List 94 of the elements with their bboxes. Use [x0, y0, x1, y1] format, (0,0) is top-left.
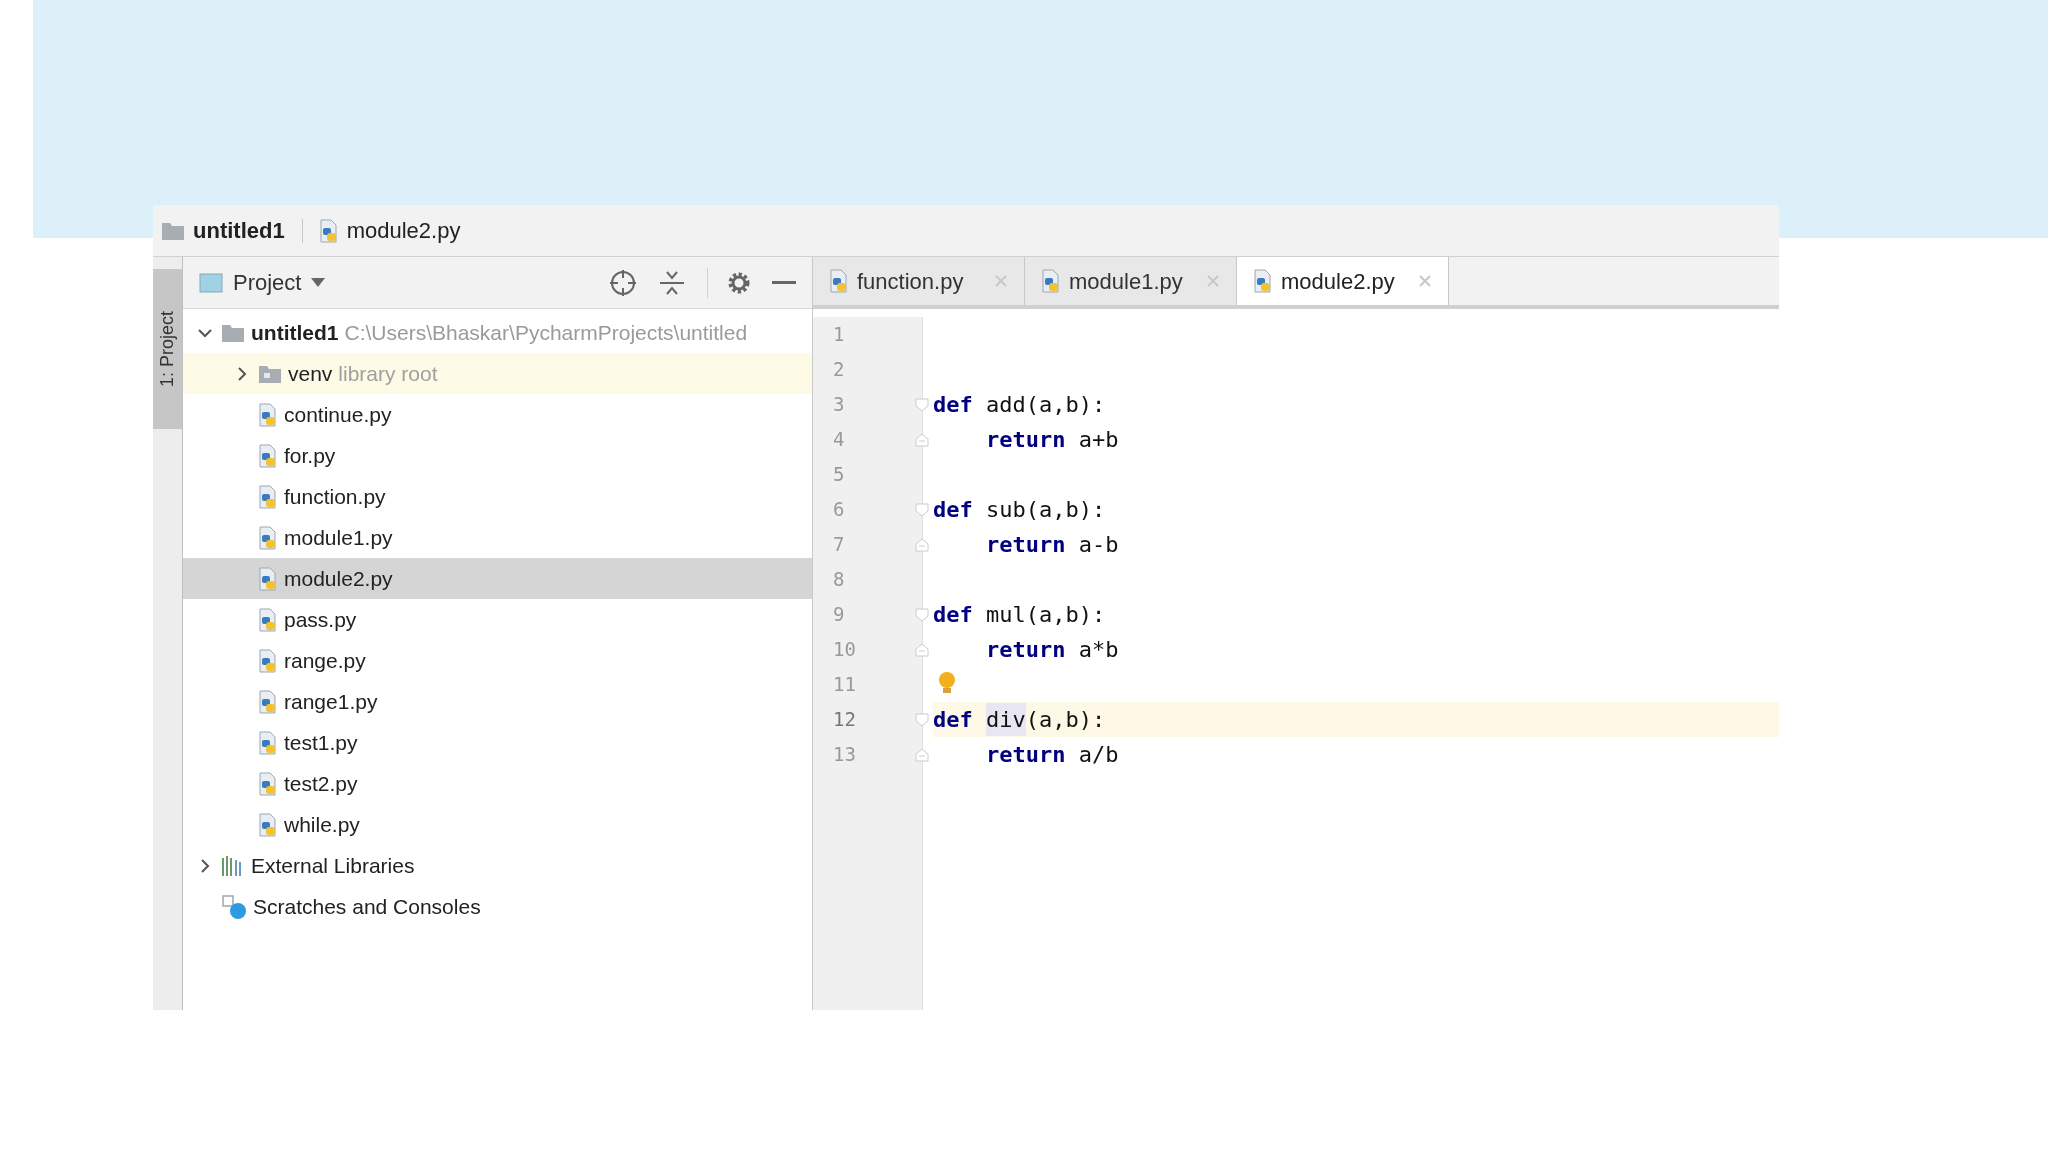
python-file-icon [258, 812, 278, 837]
editor-tab[interactable]: module1.py [1025, 257, 1237, 305]
python-file-icon [258, 607, 278, 632]
code-line: return a+b [985, 426, 1120, 454]
tree-item-label: range1.py [284, 688, 378, 715]
python-file-icon [258, 771, 278, 796]
tree-item-label: Scratches and Consoles [253, 893, 481, 920]
python-file-icon [829, 269, 849, 293]
close-icon[interactable] [1206, 274, 1220, 288]
python-file-icon [258, 648, 278, 673]
python-file-icon [258, 402, 278, 427]
line-number: 1 [833, 322, 846, 348]
tree-item-label: venv [288, 360, 333, 387]
fold-end-icon[interactable] [915, 537, 929, 552]
scratches-icon [221, 893, 247, 920]
tree-item-label: External Libraries [251, 852, 415, 879]
code-line: return a*b [985, 636, 1120, 664]
line-number: 13 [833, 742, 857, 768]
line-number: 9 [833, 602, 846, 628]
tree-item-label: test2.py [284, 770, 358, 797]
project-view-dropdown[interactable]: Project [199, 266, 326, 299]
fold-marker-icon[interactable] [915, 607, 929, 622]
python-file-icon [258, 566, 278, 591]
code-line: def add(a,b): [933, 391, 1107, 419]
lightbulb-icon[interactable] [938, 671, 956, 695]
python-file-icon [1253, 269, 1273, 293]
tree-item-label: range.py [284, 647, 366, 674]
python-file-icon [258, 484, 278, 509]
python-file-icon [258, 689, 278, 714]
python-file-icon [258, 443, 278, 468]
library-hint: library root [338, 360, 438, 387]
breadcrumb-item[interactable]: module2.py [318, 214, 461, 247]
tree-item-label: untitled1 [251, 319, 339, 346]
tree-item-label: function.py [284, 483, 386, 510]
code-line: return a/b [985, 741, 1120, 769]
line-number: 7 [833, 532, 846, 558]
line-number: 3 [833, 392, 846, 418]
fold-end-icon[interactable] [915, 747, 929, 762]
tree-item[interactable]: for.py [183, 435, 812, 476]
panel-icon [199, 272, 223, 293]
tree-item-label: module1.py [284, 524, 393, 551]
tree-item-label: continue.py [284, 401, 392, 428]
tree-item[interactable]: module2.py [183, 558, 812, 599]
tree-item[interactable]: range1.py [183, 681, 812, 722]
tree-item[interactable]: continue.py [183, 394, 812, 435]
line-number: 4 [833, 427, 846, 453]
caret-icon [311, 277, 326, 288]
fold-end-icon[interactable] [915, 642, 929, 657]
tree-item[interactable]: test1.py [183, 722, 812, 763]
project-tool-tab[interactable]: 1: Project [153, 269, 182, 429]
breadcrumb-item[interactable]: untitled1 [161, 214, 285, 247]
line-number: 12 [833, 707, 857, 733]
fold-end-icon[interactable] [915, 432, 929, 447]
folder-icon [221, 322, 245, 343]
code-line: return a-b [985, 531, 1120, 559]
minimize-icon[interactable] [772, 280, 796, 285]
tree-item[interactable]: venv library root [183, 353, 812, 394]
tree-item[interactable]: Scratches and Consoles [183, 886, 812, 927]
fold-marker-icon[interactable] [915, 712, 929, 727]
locate-target-icon[interactable] [609, 268, 637, 297]
folder-icon [258, 363, 282, 384]
code-line: def sub(a,b): [933, 496, 1107, 524]
line-number: 5 [833, 462, 846, 488]
folder-icon [161, 220, 185, 241]
tree-item-label: pass.py [284, 606, 357, 633]
close-icon[interactable] [1418, 274, 1432, 288]
tree-item-label: while.py [284, 811, 360, 838]
tree-item[interactable]: pass.py [183, 599, 812, 640]
fold-marker-icon[interactable] [915, 502, 929, 517]
tree-item[interactable]: External Libraries [183, 845, 812, 886]
tree-item[interactable]: range.py [183, 640, 812, 681]
tree-item[interactable]: while.py [183, 804, 812, 845]
tree-item-label: module2.py [284, 565, 393, 592]
line-number: 8 [833, 567, 846, 593]
tree-item[interactable]: test2.py [183, 763, 812, 804]
line-number: 10 [833, 637, 857, 663]
editor-tab[interactable]: function.py [813, 257, 1025, 305]
editor-tab[interactable]: module2.py [1237, 257, 1449, 305]
tree-item[interactable]: function.py [183, 476, 812, 517]
python-file-icon [318, 218, 339, 243]
path-hint: C:\Users\Bhaskar\PycharmProjects\untitled [344, 319, 748, 346]
tree-item-label: test1.py [284, 729, 358, 756]
close-icon[interactable] [994, 274, 1008, 288]
line-number: 6 [833, 497, 846, 523]
tree-item[interactable]: untitled1 C:\Users\Bhaskar\PycharmProjects\untitled [183, 312, 812, 353]
python-file-icon [258, 525, 278, 550]
python-file-icon [258, 730, 278, 755]
line-number: 2 [833, 357, 846, 383]
tree-item-label: for.py [284, 442, 336, 469]
fold-marker-icon[interactable] [915, 397, 929, 412]
line-number: 11 [833, 672, 857, 698]
code-line: def mul(a,b): [933, 601, 1107, 629]
tree-item[interactable]: module1.py [183, 517, 812, 558]
python-file-icon [1041, 269, 1061, 293]
